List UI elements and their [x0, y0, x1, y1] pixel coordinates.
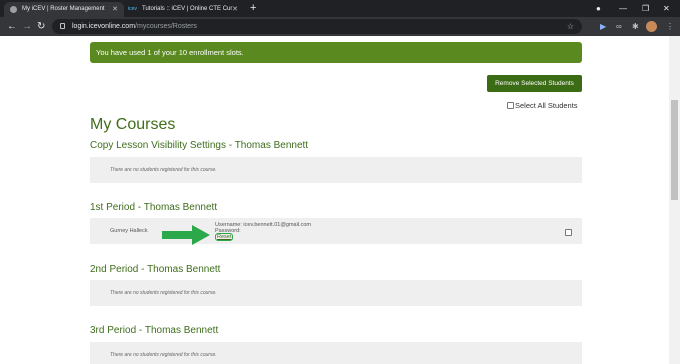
page-content: You have used 1 of your 10 enrollment sl…	[0, 36, 680, 364]
course-title: 1st Period - Thomas Bennett	[90, 202, 218, 213]
select-all-checkbox[interactable]	[507, 102, 514, 109]
profile-dot-icon[interactable]: ●	[596, 0, 601, 17]
empty-message: There are no students registered for thi…	[110, 352, 217, 358]
remove-selected-students-button[interactable]: Remove Selected Students	[487, 75, 582, 92]
student-name: Gurney Halleck	[110, 228, 148, 234]
course-panel: There are no students registered for thi…	[90, 280, 582, 306]
tab-title: My iCEV | Roster Management	[22, 6, 105, 12]
page-title: My Courses	[90, 116, 176, 133]
profile-avatar[interactable]	[646, 21, 657, 32]
url-text: login.icevonline.com/mycourses/Rosters	[72, 23, 197, 30]
course-panel: There are no students registered for thi…	[90, 342, 582, 364]
course-title: 3rd Period - Thomas Bennett	[90, 325, 219, 336]
lock-icon	[60, 23, 65, 29]
enrollment-alert: You have used 1 of your 10 enrollment sl…	[90, 42, 582, 63]
scrollbar-thumb[interactable]	[671, 100, 678, 200]
globe-icon	[10, 6, 17, 13]
puzzle-extensions-icon[interactable]: ✱	[632, 19, 639, 34]
reset-password-link[interactable]: Reset	[215, 233, 234, 241]
maximize-icon[interactable]: ❐	[642, 0, 649, 17]
extension-icon[interactable]: ▶	[600, 19, 606, 34]
browser-toolbar: ← → ↻ login.icevonline.com/mycourses/Ros…	[0, 17, 680, 36]
course-title: 2nd Period - Thomas Bennett	[90, 264, 221, 275]
close-tab-icon[interactable]: ✕	[112, 2, 118, 17]
tab-tutorials[interactable]: icev Tutorials :: iCEV | Online CTE Cur …	[124, 2, 244, 17]
course-panel: There are no students registered for thi…	[90, 157, 582, 183]
reload-icon[interactable]: ↻	[37, 19, 45, 34]
minimize-icon[interactable]: —	[619, 0, 627, 17]
menu-kebab-icon[interactable]: ⋮	[666, 19, 674, 34]
tab-title: Tutorials :: iCEV | Online CTE Cur	[142, 6, 233, 12]
annotation-arrow-icon	[162, 225, 210, 245]
bookmark-star-icon[interactable]: ☆	[567, 19, 574, 34]
empty-message: There are no students registered for thi…	[110, 290, 217, 296]
empty-message: There are no students registered for thi…	[110, 167, 217, 173]
infinity-extension-icon[interactable]: ∞	[616, 19, 622, 34]
address-bar[interactable]: login.icevonline.com/mycourses/Rosters ☆	[52, 19, 582, 34]
select-all-students[interactable]: Select All Students	[507, 101, 578, 110]
close-window-icon[interactable]: ✕	[663, 0, 670, 17]
close-tab-icon[interactable]: ✕	[232, 2, 238, 17]
browser-tab-bar: My iCEV | Roster Management ✕ icev Tutor…	[0, 0, 680, 17]
course-title: Copy Lesson Visibility Settings - Thomas…	[90, 140, 309, 151]
page-scrollbar[interactable]	[669, 36, 680, 364]
back-icon[interactable]: ←	[7, 19, 17, 34]
icev-icon: icev	[128, 6, 137, 12]
student-select-checkbox[interactable]	[565, 229, 572, 236]
tab-roster-management[interactable]: My iCEV | Roster Management ✕	[4, 2, 124, 17]
student-credentials: Username: icev.bennett.01@gmail.com Pass…	[215, 222, 311, 241]
forward-icon[interactable]: →	[22, 19, 32, 34]
new-tab-button[interactable]: +	[250, 1, 256, 16]
